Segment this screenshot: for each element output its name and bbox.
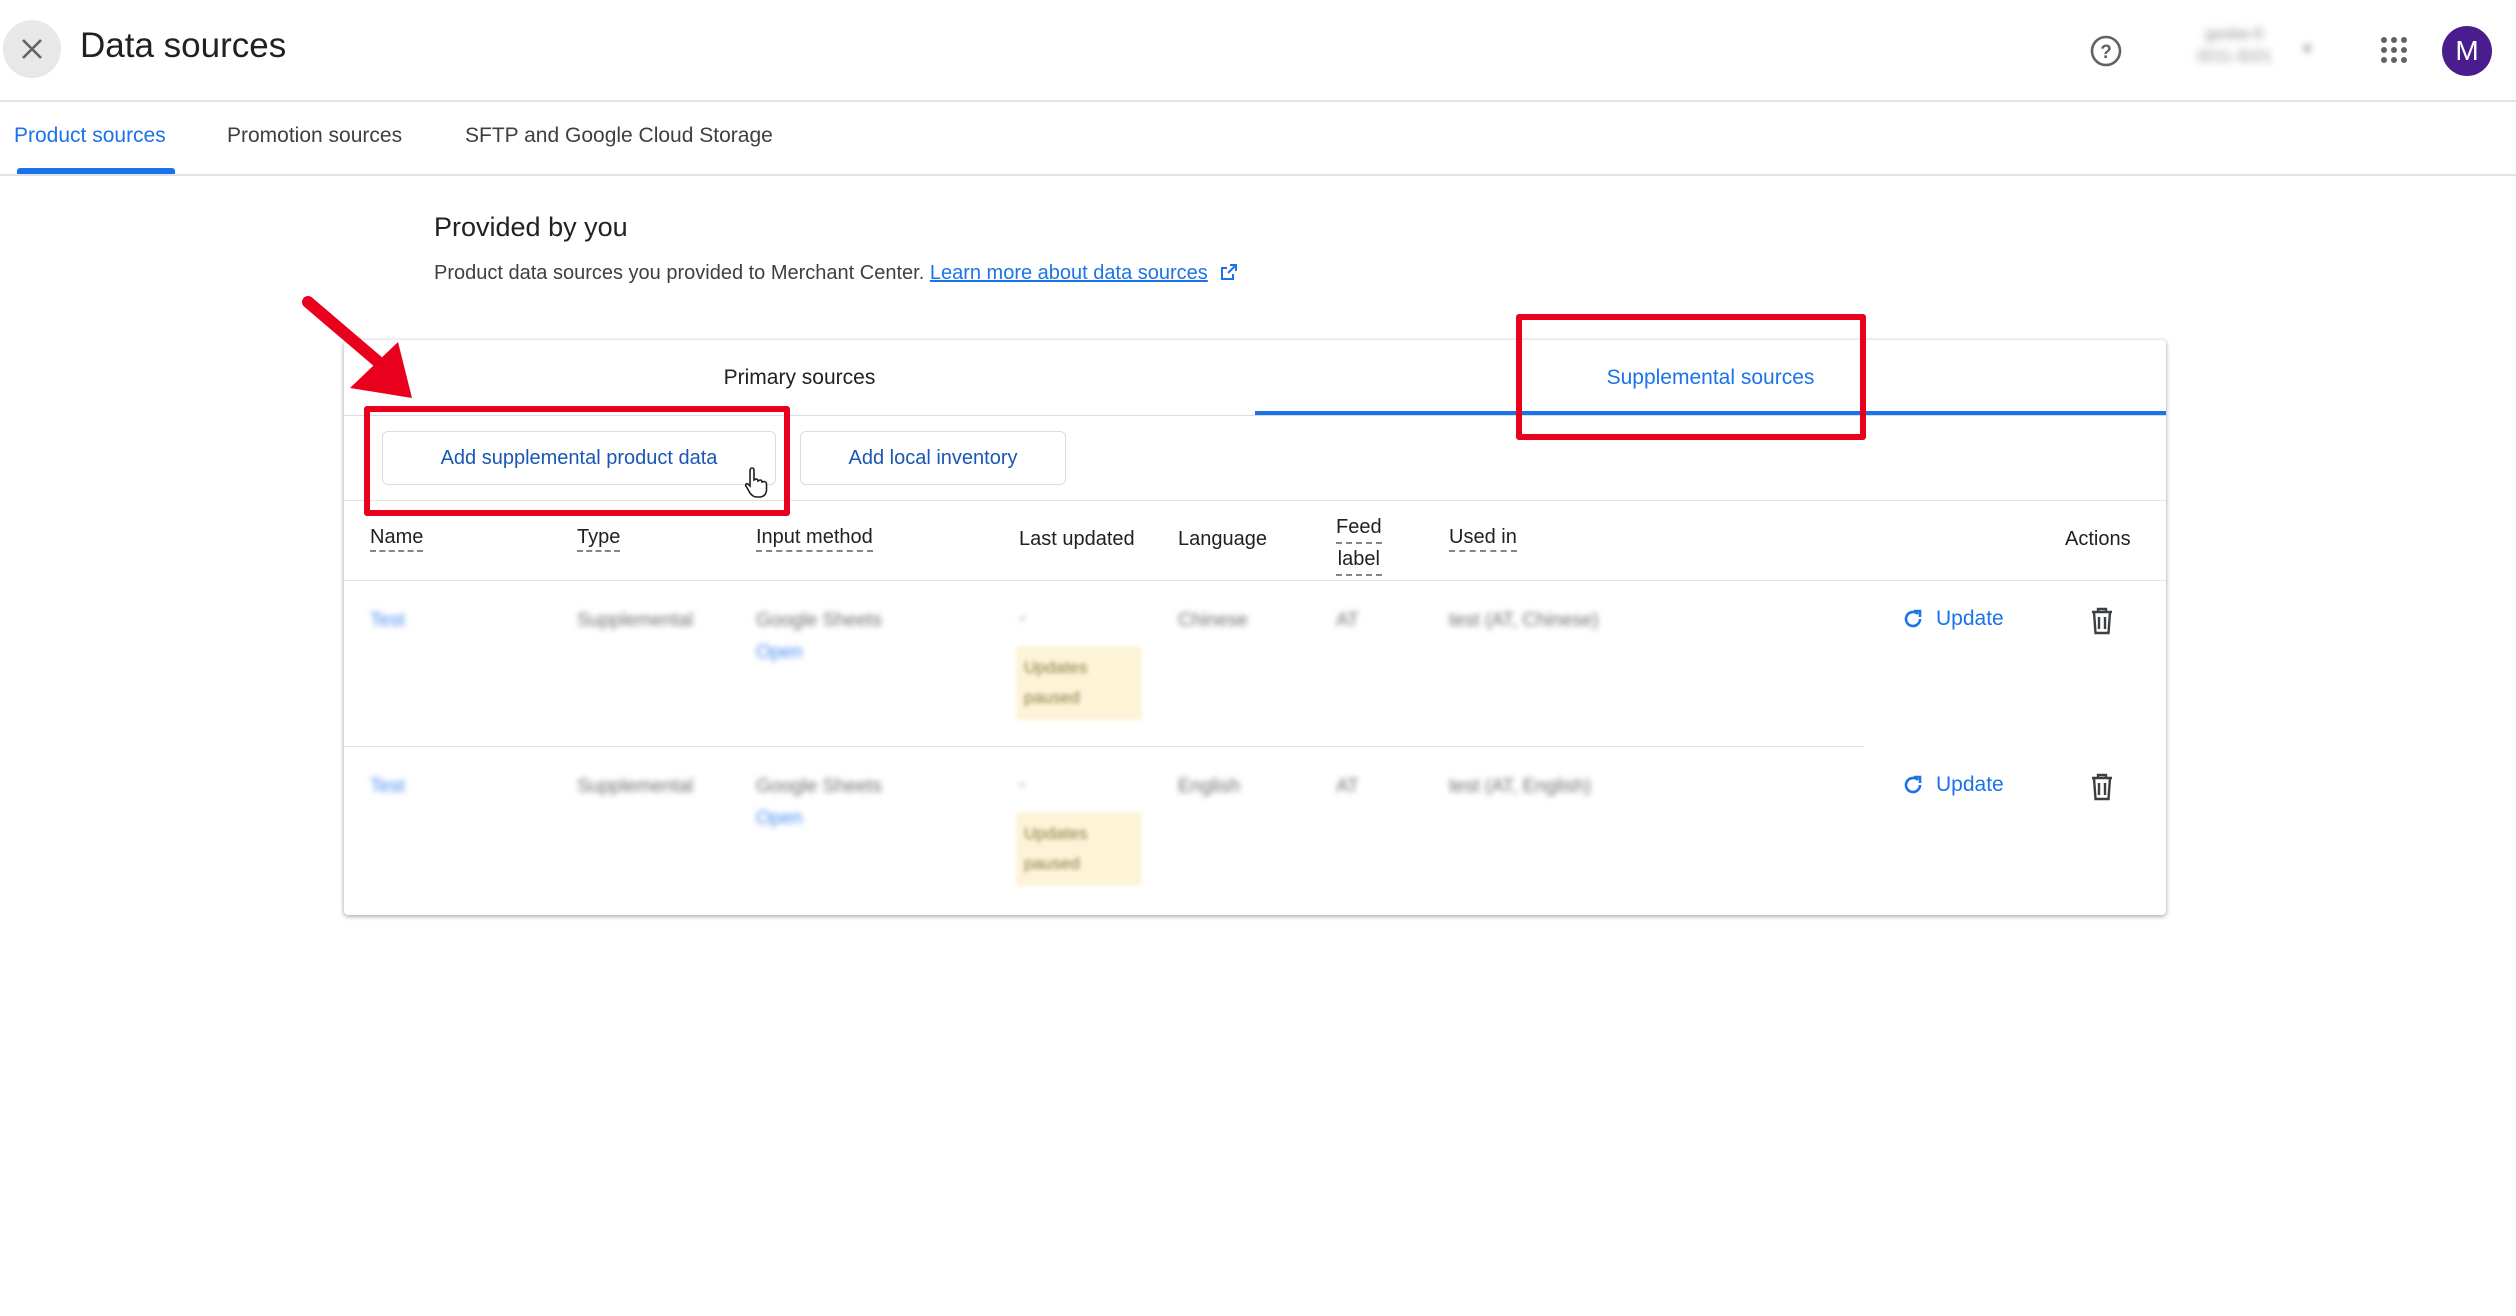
close-icon (22, 39, 42, 59)
top-bar: Data sources ? goobe-fi 3211-3221 ≡ M (0, 0, 2516, 102)
last-updated: - (1019, 608, 1026, 629)
source-type: Supplemental (577, 610, 694, 631)
feed-label: AT (1336, 610, 1359, 631)
active-tab-indicator (17, 168, 175, 174)
source-type: Supplemental (577, 776, 694, 797)
account-name: goobe-fi (2205, 26, 2263, 43)
tab-supplemental-sources[interactable]: Supplemental sources (1255, 340, 2166, 415)
column-header-used-in[interactable]: Used in (1449, 526, 1517, 552)
refresh-icon (1904, 775, 1922, 794)
open-sheet-link[interactable]: Open (756, 642, 802, 664)
subtab-divider (344, 415, 2166, 416)
tab-sftp-cloud-storage[interactable]: SFTP and Google Cloud Storage (465, 124, 773, 148)
language: Chinese (1178, 610, 1248, 631)
feed-label-line2: label (1336, 544, 1382, 576)
update-label: Update (1936, 773, 2004, 796)
feed-label-line1: Feed (1336, 512, 1382, 544)
column-header-actions: Actions (2065, 528, 2131, 550)
tab-product-sources[interactable]: Product sources (14, 124, 166, 148)
add-local-inventory-button[interactable]: Add local inventory (800, 431, 1066, 485)
row-divider (344, 746, 1864, 747)
refresh-icon (1904, 609, 1922, 628)
column-header-last-updated: Last updated (1019, 528, 1135, 550)
update-button[interactable]: Update (1902, 773, 2004, 797)
status-badge: Updates paused (1016, 812, 1142, 886)
open-sheet-link[interactable]: Open (756, 808, 802, 830)
tab-promotion-sources[interactable]: Promotion sources (227, 124, 402, 148)
feed-label: AT (1336, 776, 1359, 797)
description-text: Product data sources you provided to Mer… (434, 262, 925, 284)
delete-icon[interactable] (2088, 606, 2116, 636)
delete-icon[interactable] (2088, 772, 2116, 802)
apps-grid-icon[interactable] (2378, 34, 2410, 66)
section-description: Product data sources you provided to Mer… (434, 262, 1239, 285)
last-updated: - (1019, 774, 1026, 795)
update-button[interactable]: Update (1902, 607, 2004, 631)
help-icon[interactable]: ? (2089, 34, 2123, 68)
page-title: Data sources (80, 26, 287, 65)
account-id: 3211-3221 (2196, 48, 2272, 65)
section-title: Provided by you (434, 212, 628, 242)
status-badge: Updates paused (1016, 646, 1142, 720)
main-tabs: Product sources Promotion sources SFTP a… (0, 100, 2516, 176)
column-header-feed-label[interactable]: Feed label (1336, 512, 1382, 576)
column-header-input-method[interactable]: Input method (756, 526, 873, 552)
source-name-link[interactable]: Test (370, 776, 405, 798)
external-link-icon (1221, 264, 1238, 280)
used-in: test (AT, Chinese) (1449, 610, 1599, 631)
close-button[interactable] (3, 20, 61, 78)
toolbar-divider (344, 500, 2166, 501)
account-switcher[interactable]: goobe-fi 3211-3221 (2178, 24, 2290, 74)
update-label: Update (1936, 607, 2004, 630)
column-header-language: Language (1178, 528, 1267, 550)
input-method: Google Sheets (756, 610, 882, 631)
language: English (1178, 776, 1241, 797)
input-method: Google Sheets (756, 776, 882, 797)
add-supplemental-product-data-button[interactable]: Add supplemental product data (382, 431, 776, 485)
column-header-name[interactable]: Name (370, 526, 424, 552)
header-divider (344, 580, 2166, 581)
avatar[interactable]: M (2442, 26, 2492, 76)
source-name-link[interactable]: Test (370, 610, 405, 632)
used-in: test (AT, English) (1449, 776, 1592, 797)
hand-cursor-icon (744, 467, 768, 498)
account-caret-icon[interactable]: ≡ (2302, 38, 2320, 58)
svg-text:?: ? (2100, 42, 2112, 63)
column-header-type[interactable]: Type (577, 526, 621, 552)
tab-primary-sources[interactable]: Primary sources (344, 340, 1255, 415)
learn-more-link[interactable]: Learn more about data sources (930, 262, 1208, 284)
red-arrow-icon (302, 296, 412, 398)
sources-card: Primary sources Supplemental sources Add… (344, 340, 2166, 915)
